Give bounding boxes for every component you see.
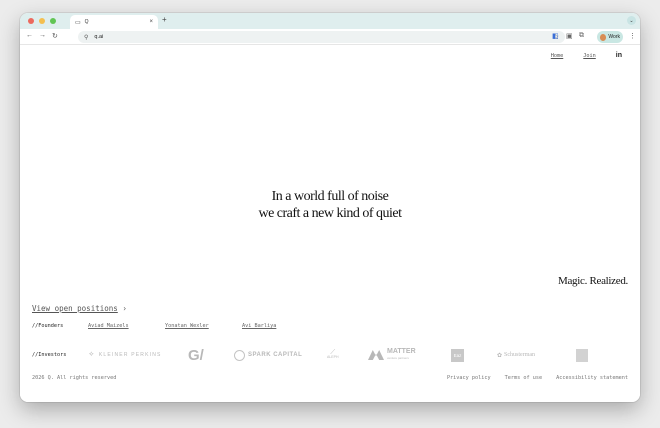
top-navigation: Home Join in	[551, 52, 622, 59]
investor-logo-eaz[interactable]: Eaz	[451, 348, 464, 362]
url-text: q.ai	[94, 34, 104, 40]
hero-heading: In a world full of noise we craft a new …	[20, 188, 640, 222]
spark-icon	[234, 349, 245, 361]
chevron-right-icon: ›	[122, 304, 127, 313]
profile-button[interactable]: Work	[597, 31, 623, 43]
back-icon[interactable]: ←	[26, 32, 33, 39]
founder-link[interactable]: Aviad Maizels	[88, 323, 165, 329]
browser-window: ▭ Q × + ⌄ ← → ↻ ⚲ q.ai ☆ ◧ ▣ ⧉ Work ⋮ Ho…	[20, 13, 640, 402]
linkedin-icon[interactable]: in	[616, 52, 622, 59]
investor-logo-square[interactable]	[576, 348, 588, 362]
page-content: Home Join in In a world full of noise we…	[20, 45, 640, 402]
copyright-text: 2026 Q. All rights reserved	[32, 375, 117, 381]
tab-search-icon[interactable]: ⌄	[627, 16, 636, 25]
kp-icon: ⟡	[89, 351, 95, 358]
investor-logo-schusterman[interactable]: ✿ Schusterman	[497, 352, 535, 359]
tagline: Magic. Realized.	[557, 275, 628, 287]
maximize-window-button[interactable]	[50, 18, 56, 24]
address-bar[interactable]: ⚲ q.ai ☆	[78, 31, 565, 43]
investor-logo-gv[interactable]: G/	[188, 347, 204, 364]
extensions-puzzle-icon[interactable]: ⧉	[579, 32, 584, 40]
avatar	[600, 33, 607, 41]
founders-label: //Founders	[32, 323, 64, 329]
reload-icon[interactable]: ↻	[52, 32, 58, 40]
translate-extension-icon[interactable]: ◧	[552, 32, 559, 40]
browser-tab[interactable]: ▭ Q ×	[70, 15, 158, 29]
investor-logo-kleiner-perkins[interactable]: ⟡ KLEINER PERKINS	[89, 351, 162, 359]
schusterman-icon: ✿	[497, 352, 503, 359]
tab-title: Q	[84, 19, 89, 25]
tab-bar: ▭ Q × + ⌄	[20, 13, 640, 29]
forward-icon[interactable]: →	[39, 32, 46, 39]
investor-logo-matter[interactable]: MATTER venture partners	[368, 348, 416, 361]
minimize-window-button[interactable]	[39, 18, 45, 24]
gv-logo: G/	[188, 346, 204, 364]
open-positions-link[interactable]: View open positions ›	[32, 304, 127, 313]
privacy-policy-link[interactable]: Privacy policy	[447, 375, 491, 381]
nav-join-link[interactable]: Join	[583, 53, 596, 59]
extension-icon[interactable]: ▣	[566, 32, 573, 40]
new-tab-icon[interactable]: +	[162, 15, 167, 24]
investor-logo-aleph[interactable]: ⟋ ALEPH	[327, 349, 338, 360]
browser-menu-icon[interactable]: ⋮	[629, 32, 636, 40]
hero-line-1: In a world full of noise	[271, 189, 389, 204]
open-positions-label: View open positions	[32, 304, 118, 313]
investor-logo-spark-capital[interactable]: SPARK CAPITAL	[234, 349, 302, 361]
matter-icon	[368, 350, 384, 360]
investors-label: //Investors	[32, 352, 67, 358]
hero-line-2: we craft a new kind of quiet	[258, 206, 402, 221]
tab-close-icon[interactable]: ×	[149, 19, 153, 25]
site-info-icon[interactable]: ⚲	[84, 34, 88, 41]
terms-of-use-link[interactable]: Terms of use	[505, 375, 542, 381]
nav-home-link[interactable]: Home	[551, 53, 564, 59]
accessibility-statement-link[interactable]: Accessibility statement	[556, 375, 628, 381]
footer: 2026 Q. All rights reserved Privacy poli…	[32, 375, 628, 381]
founder-link[interactable]: Avi Barliya	[242, 323, 319, 329]
close-window-button[interactable]	[28, 18, 34, 24]
eaz-logo: Eaz	[453, 352, 462, 358]
founders-row: //Founders Aviad Maizels Yonatan Wexler …	[32, 323, 319, 329]
founder-link[interactable]: Yonatan Wexler	[165, 323, 242, 329]
window-controls	[28, 18, 56, 24]
investors-row: //Investors ⟡ KLEINER PERKINS G/ SPARK C…	[32, 343, 628, 367]
browser-toolbar: ← → ↻ ⚲ q.ai ☆ ◧ ▣ ⧉ Work ⋮	[20, 29, 640, 45]
tab-favicon-icon: ▭	[75, 19, 81, 26]
profile-label: Work	[608, 34, 620, 40]
